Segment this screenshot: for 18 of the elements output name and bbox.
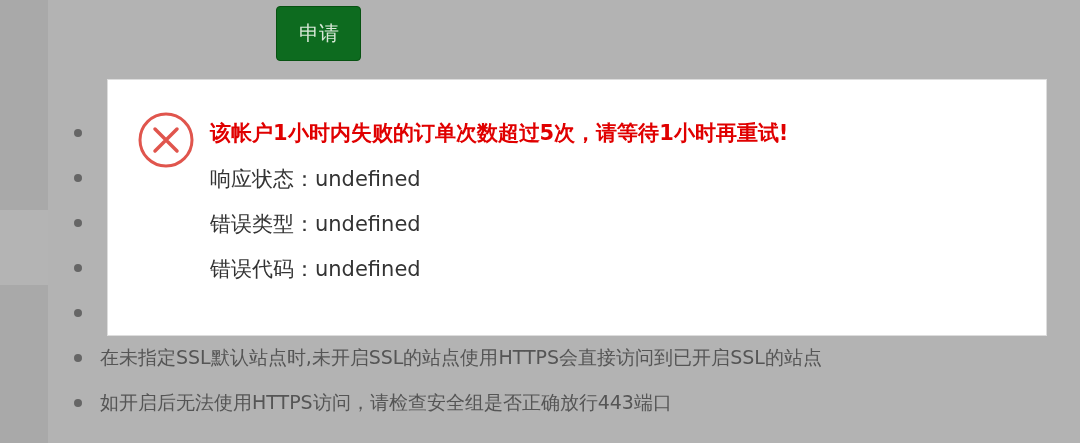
field-value: undefined: [315, 166, 421, 191]
field-value: undefined: [315, 256, 421, 281]
bullet-dot: [74, 308, 82, 317]
error-message: 该帐户1小时内失败的订单次数超过5次，请等待1小时再重试!: [210, 120, 789, 147]
field-label: 错误代码：: [210, 255, 315, 283]
bullet-dot: [74, 398, 82, 407]
list-item-text: 在未指定SSL默认站点时,未开启SSL的站点使用HTTPS会直接访问到已开启SSL的站点: [100, 344, 822, 370]
apply-button[interactable]: 申请: [276, 6, 361, 61]
bullet-dot: [74, 263, 82, 272]
field-label: 错误类型：: [210, 210, 315, 238]
bullet-dot: [74, 353, 82, 362]
field-value: undefined: [315, 211, 421, 236]
list-item-text: 如开启后无法使用HTTPS访问，请检查安全组是否正确放行443端口: [100, 389, 672, 415]
field-label: 响应状态：: [210, 165, 315, 193]
bullet-dot: [74, 173, 82, 182]
bullet-dot: [74, 128, 82, 137]
bullet-dot: [74, 218, 82, 227]
error-icon: [136, 110, 196, 170]
